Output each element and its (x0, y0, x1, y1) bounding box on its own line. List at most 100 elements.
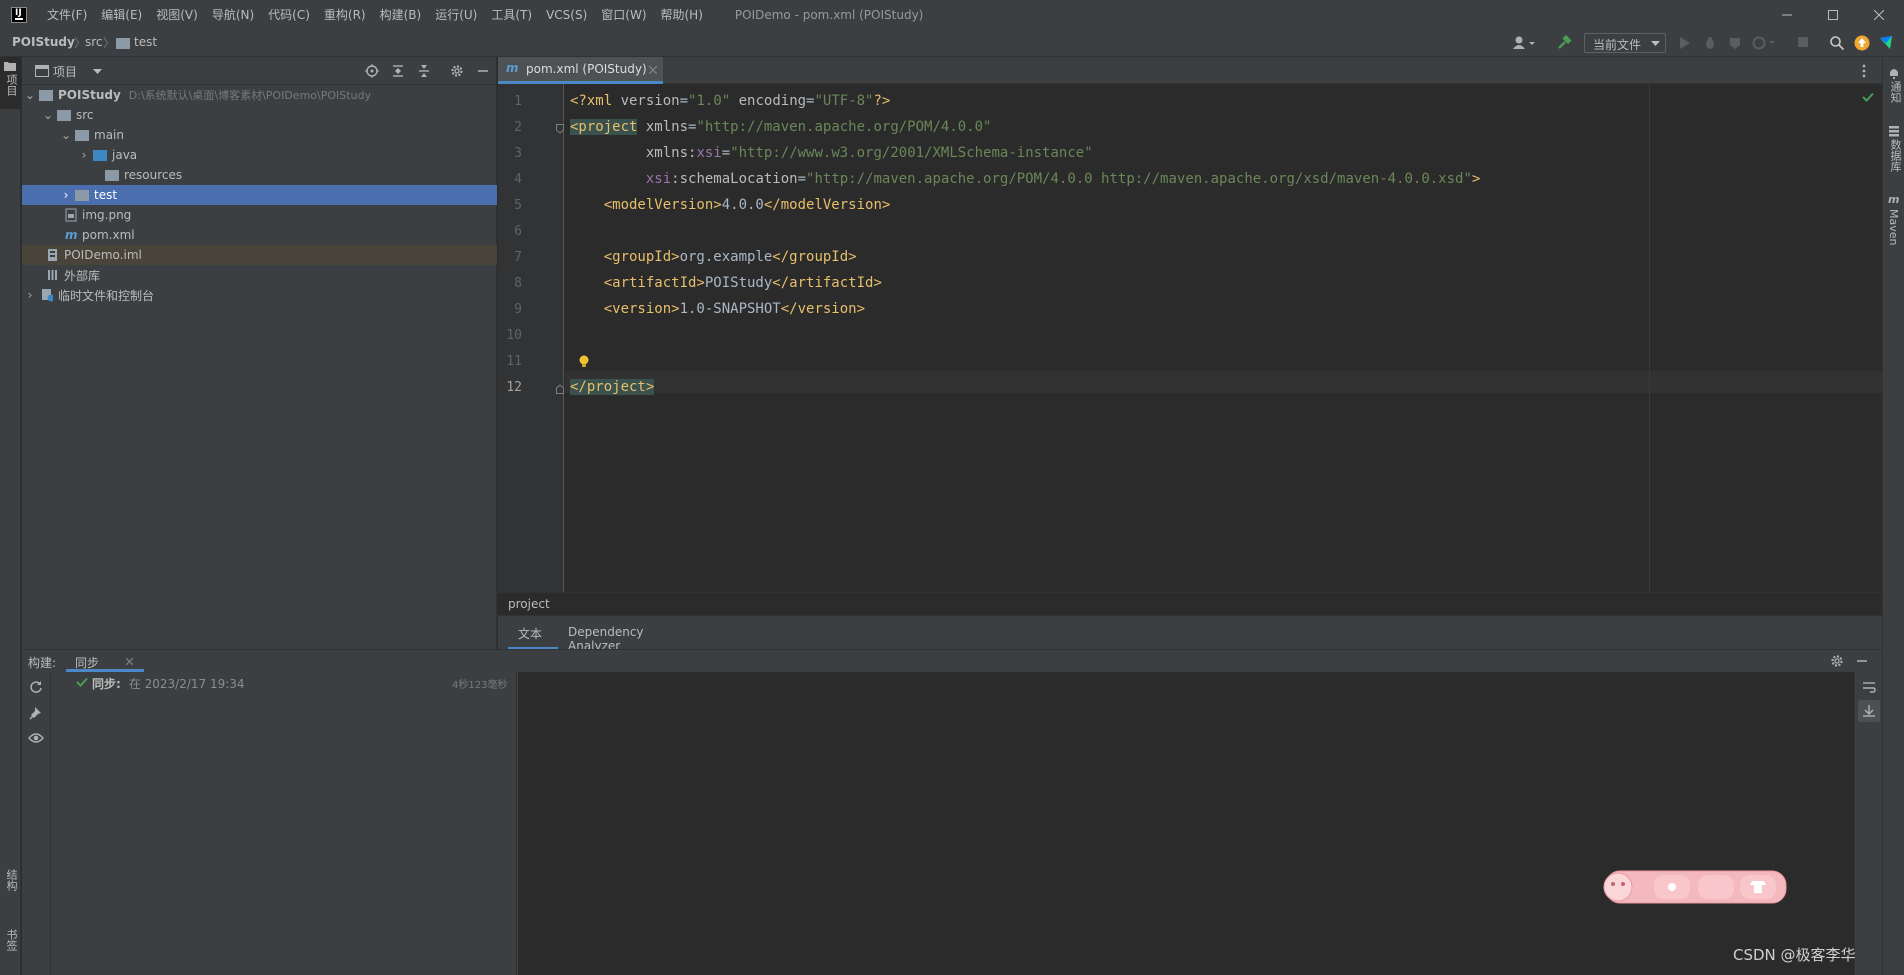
tree-row-external-libs[interactable]: 外部库 (22, 265, 497, 285)
folder-icon (75, 189, 89, 201)
debug-icon[interactable] (1703, 36, 1717, 50)
project-tool-button[interactable]: 项目 (0, 57, 21, 109)
menu-tools[interactable]: 工具(T) (491, 6, 532, 23)
tree-row-test[interactable]: › test (22, 185, 497, 205)
hide-panel-icon[interactable] (477, 64, 489, 78)
run-config-label: 当前文件 (1593, 38, 1642, 52)
more-options-icon[interactable] (1862, 64, 1866, 78)
scroll-to-end-button[interactable] (1858, 700, 1880, 722)
tree-row-resources[interactable]: resources (22, 165, 497, 185)
menu-code[interactable]: 代码(C) (268, 6, 310, 23)
tab-dependency-analyzer[interactable]: Dependency Analyzer (558, 616, 698, 653)
gear-icon[interactable] (1830, 654, 1844, 668)
breadcrumb-project[interactable]: POIStudy (12, 35, 75, 49)
code-line-4[interactable]: xsi:schemaLocation="http://maven.apache.… (570, 171, 1481, 187)
build-console-output[interactable] (518, 672, 1854, 975)
tree-row-pom[interactable]: m pom.xml (22, 225, 497, 245)
coverage-icon[interactable] (1728, 36, 1742, 50)
sync-icon[interactable] (29, 680, 43, 694)
search-icon[interactable] (1829, 35, 1845, 51)
eye-icon[interactable] (28, 732, 44, 744)
lightbulb-icon[interactable] (578, 355, 590, 369)
close-window-button[interactable] (1856, 0, 1902, 29)
tab-sync[interactable]: 同步 (66, 650, 144, 672)
run-config-selector[interactable]: 当前文件 (1584, 33, 1666, 53)
build-hammer-icon[interactable] (1556, 35, 1572, 51)
project-view-icon (35, 65, 49, 77)
menu-refactor[interactable]: 重构(R) (324, 6, 366, 23)
chevron-right-icon[interactable]: › (60, 185, 72, 205)
code-token: = (721, 145, 731, 161)
menu-build[interactable]: 构建(B) (380, 6, 422, 23)
locate-icon[interactable] (365, 64, 379, 78)
run-icon[interactable] (1678, 36, 1692, 50)
minimize-button[interactable] (1764, 0, 1810, 29)
chevron-right-icon[interactable]: › (24, 285, 36, 305)
code-line-12[interactable]: </project> (570, 379, 655, 395)
editor-tab-pom[interactable]: m pom.xml (POIStudy) (498, 57, 663, 84)
maximize-button[interactable] (1810, 0, 1856, 29)
left-tool-strip: 项目 结构 书签 (0, 57, 21, 975)
build-sync-row[interactable]: 同步: 在 2023/2/17 19:34 4秒123毫秒 (52, 672, 517, 692)
chevron-down-icon[interactable] (93, 69, 102, 74)
pet-widget-image (1603, 870, 1787, 904)
code-line-1[interactable]: <?xml version="1.0" encoding="UTF-8"?> (570, 93, 890, 109)
inspection-ok-icon[interactable] (1862, 92, 1874, 102)
collapse-all-icon[interactable] (417, 64, 431, 78)
code-line-2[interactable]: <project xmlns="http://maven.apache.org/… (570, 119, 991, 135)
code-token: POIStudy (704, 275, 773, 291)
code-line-8[interactable]: <artifactId>POIStudy</artifactId> (570, 275, 882, 291)
gear-icon[interactable] (450, 64, 464, 78)
close-icon[interactable] (649, 66, 657, 74)
menu-vcs[interactable]: VCS(S) (546, 8, 587, 22)
code-line-3[interactable]: xmlns:xsi="http://www.w3.org/2001/XMLSch… (570, 145, 1093, 161)
chevron-down-icon[interactable]: ⌄ (24, 85, 36, 105)
tree-row-scratches[interactable]: › 临时文件和控制台 (22, 285, 497, 305)
menu-view[interactable]: 视图(V) (156, 6, 198, 23)
plugin-icon[interactable] (1878, 35, 1894, 51)
chevron-right-icon[interactable]: › (78, 145, 90, 165)
breadcrumb-test[interactable]: test (134, 35, 157, 49)
project-view-title[interactable]: 项目 (53, 63, 77, 80)
tree-label-img: img.png (82, 208, 132, 222)
code-line-5[interactable]: <modelVersion>4.0.0</modelVersion> (570, 197, 891, 213)
hide-panel-icon[interactable] (1856, 654, 1868, 668)
fold-icon[interactable] (556, 384, 564, 394)
soft-wrap-icon[interactable] (1862, 680, 1876, 694)
menu-navigate[interactable]: 导航(N) (212, 6, 254, 23)
expand-all-icon[interactable] (391, 64, 405, 78)
chevron-down-icon[interactable]: ⌄ (42, 105, 54, 125)
menu-edit[interactable]: 编辑(E) (101, 6, 142, 23)
user-icon[interactable] (1512, 35, 1536, 51)
close-icon (1874, 9, 1884, 20)
database-tool-button[interactable]: 数据库 (1883, 123, 1904, 181)
profile-icon[interactable] (1752, 36, 1776, 50)
menu-window[interactable]: 窗口(W) (601, 6, 646, 23)
tree-row-java[interactable]: › java (22, 145, 497, 165)
code-line-9[interactable]: <version>1.0-SNAPSHOT</version> (570, 301, 865, 317)
notifications-tool-button[interactable]: 通知 (1883, 65, 1904, 113)
tree-row-iml[interactable]: POIDemo.iml (22, 245, 497, 265)
menu-file[interactable]: 文件(F) (47, 6, 87, 23)
tree-row-img[interactable]: img.png (22, 205, 497, 225)
close-icon[interactable] (126, 658, 133, 665)
pin-icon[interactable] (29, 706, 43, 720)
menu-help[interactable]: 帮助(H) (661, 6, 703, 23)
breadcrumb-src[interactable]: src (85, 35, 103, 49)
structure-crumb-project[interactable]: project (508, 597, 550, 611)
chevron-down-icon[interactable]: ⌄ (60, 125, 72, 145)
bookmarks-tool-button[interactable]: 书签 (0, 929, 21, 975)
fold-icon[interactable] (556, 124, 564, 134)
tab-text[interactable]: 文本 (508, 616, 558, 650)
code-line-7[interactable]: <groupId>org.example</groupId> (570, 249, 857, 265)
maven-tool-button[interactable]: m Maven (1883, 193, 1904, 257)
tree-row-main[interactable]: ⌄ main (22, 125, 497, 145)
structure-tool-button[interactable]: 结构 (0, 869, 21, 919)
minimize-icon (1782, 14, 1792, 15)
tree-row-src[interactable]: ⌄ src (22, 105, 497, 125)
stop-icon[interactable] (1797, 36, 1809, 48)
menu-run[interactable]: 运行(U) (435, 6, 477, 23)
update-icon[interactable] (1854, 35, 1870, 51)
build-panel: 构建: 同步 同步: 在 2023/2/17 19:34 4秒123毫秒 (22, 649, 1882, 975)
tree-row-root[interactable]: ⌄ POIStudy D:\系统默认\桌面\博客素材\POIDemo\POISt… (22, 85, 497, 105)
